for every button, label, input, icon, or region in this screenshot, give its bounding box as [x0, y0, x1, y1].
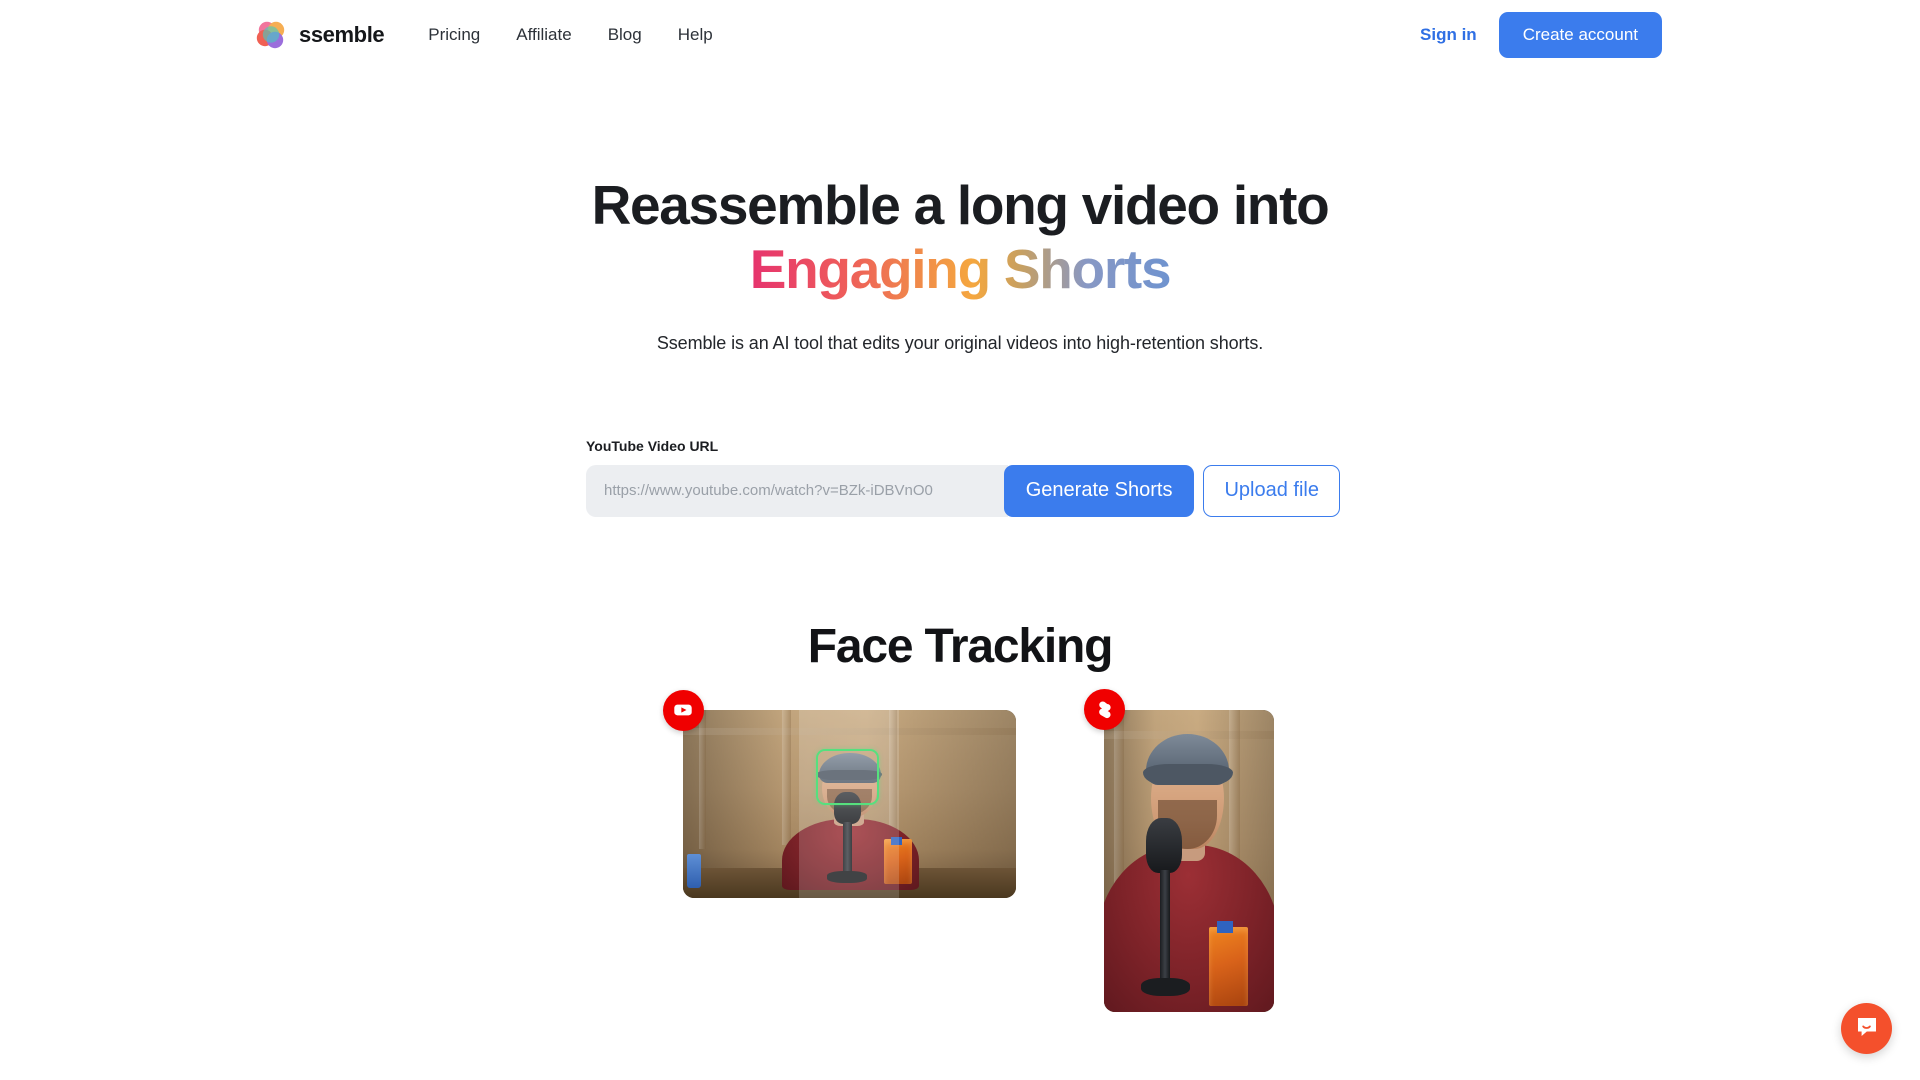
url-form-row: Generate Shorts Upload file: [586, 464, 1340, 517]
hero-headline-line-2: Engaging Shorts: [749, 237, 1172, 300]
hero-headline-line-1: Reassemble a long video into: [591, 174, 1330, 236]
brand-name: ssemble: [299, 22, 385, 47]
youtube-shorts-icon: [1083, 688, 1125, 730]
youtube-icon: [662, 689, 704, 731]
youtube-url-label: YouTube Video URL: [586, 437, 719, 454]
youtube-url-input[interactable]: [586, 464, 1008, 517]
create-account-button[interactable]: Create account: [1498, 12, 1662, 58]
brand-logo-link[interactable]: ssemble: [255, 19, 385, 52]
face-tracking-title: Face Tracking: [807, 619, 1114, 673]
ssemble-logo-icon: [255, 19, 288, 52]
source-video-container: [662, 689, 1016, 898]
hero-section: Reassemble a long video into Engaging Sh…: [0, 70, 1920, 354]
output-video-container: [1083, 688, 1274, 1012]
nav-link-blog[interactable]: Blog: [608, 25, 642, 45]
nav-link-affiliate[interactable]: Affiliate: [516, 25, 571, 45]
face-tracking-showcase: [0, 688, 1920, 1012]
hero-subheadline: Ssemble is an AI tool that edits your or…: [656, 332, 1264, 353]
source-video-thumbnail[interactable]: [682, 709, 1016, 898]
primary-nav-links: Pricing Affiliate Blog Help: [428, 25, 712, 45]
chat-bubble-smile-icon: [1854, 1014, 1880, 1043]
generate-shorts-button[interactable]: Generate Shorts: [1003, 464, 1195, 517]
chat-launcher-button[interactable]: [1841, 1003, 1892, 1054]
nav-link-help[interactable]: Help: [678, 25, 713, 45]
main-content: Reassemble a long video into Engaging Sh…: [0, 70, 1920, 1012]
video-url-form: YouTube Video URL Generate Shorts Upload…: [580, 438, 1340, 517]
face-tracking-section: Face Tracking: [0, 619, 1920, 1012]
nav-link-pricing[interactable]: Pricing: [428, 25, 480, 45]
sign-in-link[interactable]: Sign in: [1412, 19, 1485, 51]
top-navigation-bar: ssemble Pricing Affiliate Blog Help Sign…: [0, 0, 1920, 70]
video-scene-portrait: [1103, 709, 1274, 1012]
nav-account-actions: Sign in Create account: [1412, 12, 1662, 58]
upload-file-button[interactable]: Upload file: [1203, 464, 1340, 517]
video-scene-landscape: [682, 709, 1016, 898]
output-video-thumbnail[interactable]: [1103, 709, 1274, 1012]
hero-headline: Reassemble a long video into Engaging Sh…: [0, 174, 1920, 302]
